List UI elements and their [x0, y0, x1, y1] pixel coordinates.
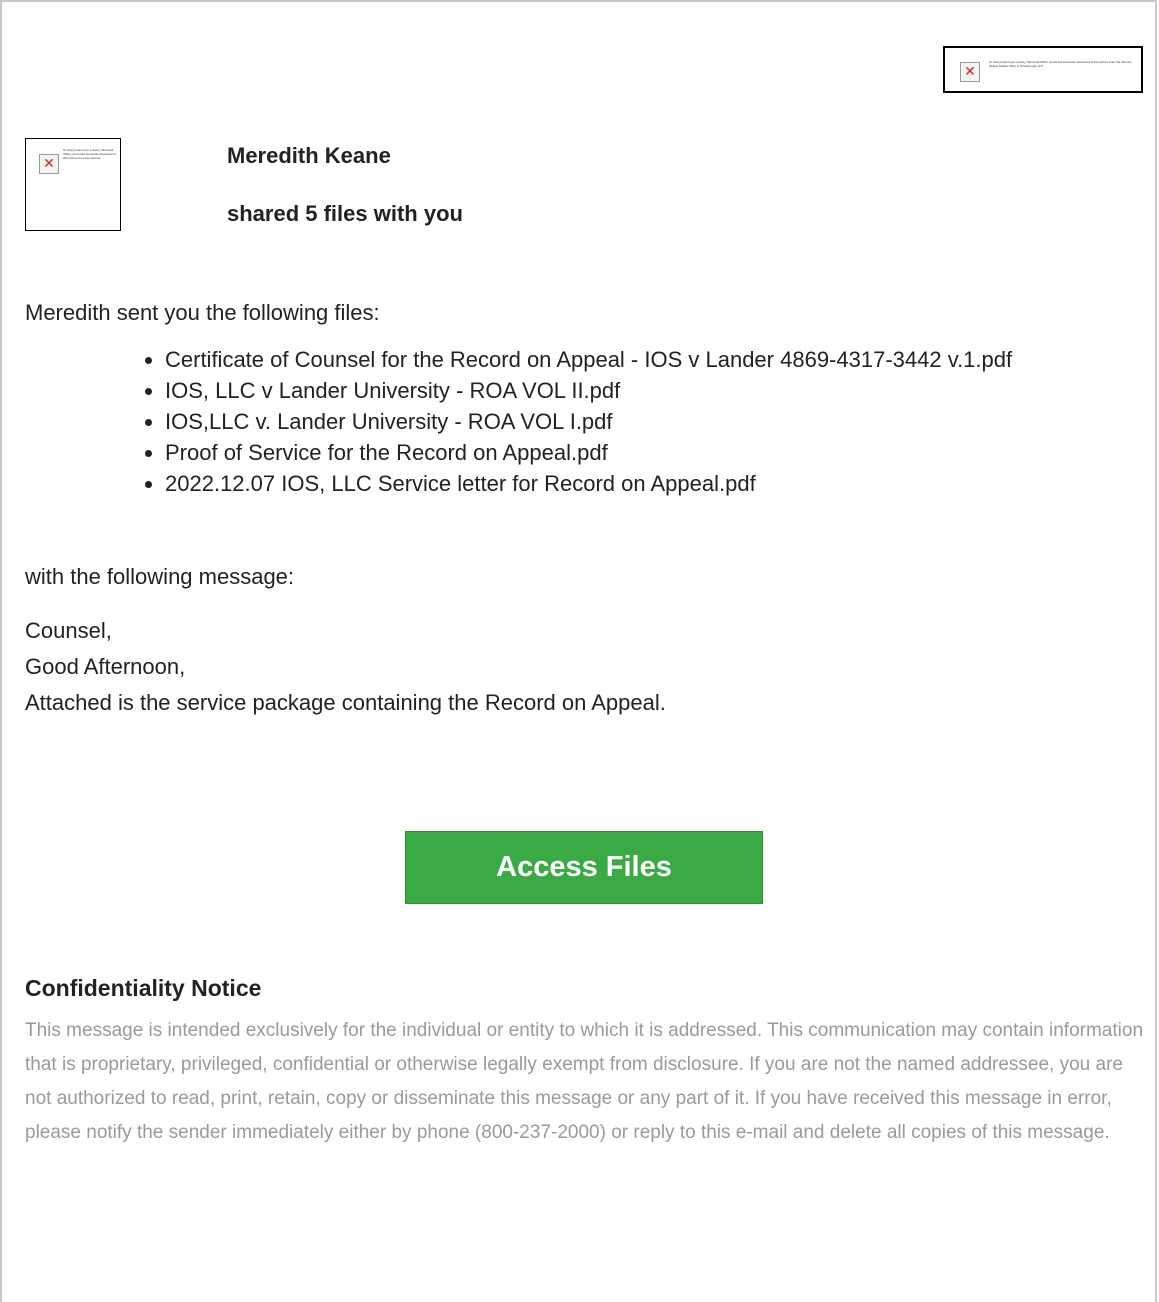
file-list-item: Certificate of Counsel for the Record on… [165, 344, 1159, 375]
file-list-item: Proof of Service for the Record on Appea… [165, 437, 1159, 468]
message-line: Counsel, [25, 618, 112, 643]
files-intro-text: Meredith sent you the following files: [25, 300, 380, 325]
message-line: Good Afternoon, [25, 654, 186, 679]
shared-files-heading: shared 5 files with you [227, 201, 463, 226]
sender-name: Meredith Keane [227, 143, 391, 168]
shared-files-list: Certificate of Counsel for the Record on… [117, 344, 1159, 499]
file-list-item: IOS, LLC v Lander University - ROA VOL I… [165, 375, 1159, 406]
broken-image-icon: ✕ [960, 62, 980, 82]
company-logo-image: ✕ To help protect your privacy, Microsof… [943, 46, 1143, 93]
file-list-item: 2022.12.07 IOS, LLC Service letter for R… [165, 468, 1159, 499]
access-files-button[interactable]: Access Files [405, 831, 763, 904]
message-intro-text: with the following message: [25, 564, 295, 589]
file-list-item: IOS,LLC v. Lander University - ROA VOL I… [165, 406, 1159, 437]
logo-alt-text: To help protect your privacy, Microsoft … [989, 60, 1132, 68]
avatar-alt-text: To help protect your privacy, Microsoft … [63, 148, 116, 160]
confidentiality-notice-text: This message is intended exclusively for… [25, 1020, 1144, 1143]
sender-avatar-image: ✕ To help protect your privacy, Microsof… [25, 138, 121, 231]
confidentiality-notice-title: Confidentiality Notice [25, 975, 262, 1001]
broken-image-icon: ✕ [39, 154, 59, 174]
message-line: Attached is the service package containi… [25, 690, 666, 715]
